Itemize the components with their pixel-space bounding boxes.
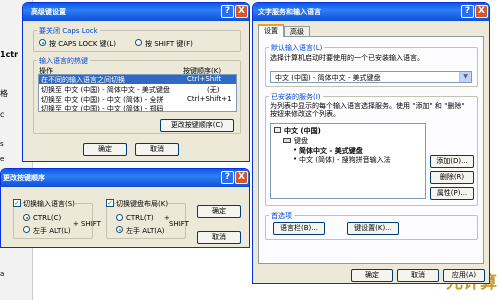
bg-label-ge: 格 xyxy=(0,89,8,98)
default-language-value: 中文 (中国) - 简体中文 - 美式键盘 xyxy=(275,74,381,82)
bg-label-e: e xyxy=(0,155,5,163)
shift-label: SHIFT xyxy=(81,220,101,228)
bg-label-ctr: 1ctr xyxy=(0,50,19,59)
hotkey-row-keys: (无) xyxy=(207,86,220,94)
left-alt-a-radio[interactable] xyxy=(116,226,123,233)
change-key-sequence-button[interactable]: 更改按键顺序(C) xyxy=(160,119,234,132)
default-language-select[interactable]: 中文 (中国) - 简体中文 - 美式键盘 ▼ xyxy=(270,71,472,83)
shift-radio[interactable] xyxy=(135,39,142,46)
chevron-down-icon[interactable]: ▼ xyxy=(459,72,471,82)
remove-button[interactable]: 删除(R) xyxy=(430,171,474,184)
keyboard-icon xyxy=(283,138,291,143)
ok-button[interactable]: 确定 xyxy=(197,205,241,218)
key-settings-button[interactable]: 键设置(K)... xyxy=(347,222,399,235)
hotkey-row-2[interactable]: 切换至 中文 (中国) - 简体中文 - 美式键盘 (无) xyxy=(39,85,236,94)
help-icon[interactable]: ? xyxy=(221,171,234,184)
advanced-key-settings-dialog: 高级键设置 ? X 要关闭 Caps Lock 按 CAPS LOCK 键(L)… xyxy=(22,2,250,162)
left-alt-l-radio[interactable] xyxy=(23,226,30,233)
properties-button[interactable]: 属性(P)... xyxy=(430,187,474,200)
left-alt-l-label: 左手 ALT(L) xyxy=(33,227,71,235)
tree-node-keyboard[interactable]: 键盘 xyxy=(294,136,308,146)
add-button[interactable]: 添加(D)... xyxy=(430,155,474,168)
keyboard-layout-icon xyxy=(274,127,281,133)
default-language-desc: 选择计算机启动时要使用的一个已安装输入语言。 xyxy=(270,54,424,62)
preferences-label: 首选项 xyxy=(269,211,294,221)
switch-layout-checkbox[interactable]: ✓ xyxy=(106,199,114,207)
services-tree[interactable]: 中文 (中国) 键盘 • 简体中文 - 美式键盘 • 中文 (简体) - 搜狗拼… xyxy=(270,123,426,199)
caps-lock-radio[interactable] xyxy=(39,39,46,46)
shift-option-label: 按 SHIFT 键(F) xyxy=(145,40,193,48)
tree-node-language[interactable]: 中文 (中国) xyxy=(284,126,321,136)
hotkey-list[interactable]: 在不同的输入语言之间切换 Ctrl+Shift 切换至 中文 (中国) - 简体… xyxy=(38,74,237,112)
installed-services-label: 已安装的服务(I) xyxy=(269,92,323,102)
apply-button[interactable]: 应用(A) xyxy=(443,269,485,282)
bullet-icon: • xyxy=(293,155,298,163)
dialog-titlebar: 文字服务和输入语言 xyxy=(253,3,489,21)
cancel-button[interactable]: 取消 xyxy=(135,143,179,156)
ctrl-t-label: CTRL(T) xyxy=(126,214,154,222)
help-icon[interactable]: ? xyxy=(461,5,474,18)
text-services-dialog: 文字服务和输入语言 ? X 设置 高级 默认输入语言(L) 选择计算机启动时要使… xyxy=(252,2,490,284)
hotkey-row-keys: Ctrl+Shift+1 xyxy=(187,95,232,103)
tree-node-sogou-ime[interactable]: 中文 (简体) - 搜狗拼音输入法 xyxy=(299,155,391,165)
close-icon[interactable]: X xyxy=(235,5,248,18)
dialog-title: 高级键设置 xyxy=(31,8,66,16)
bg-label-a: a xyxy=(0,270,5,278)
language-bar-button[interactable]: 语言栏(B)... xyxy=(273,222,325,235)
shift-label: SHIFT xyxy=(169,220,189,228)
switch-layout-label: 切换键盘布局(K) xyxy=(116,199,169,209)
hotkey-group-label: 输入语言的热键 xyxy=(37,56,90,66)
caps-lock-option-label: 按 CAPS LOCK 键(L) xyxy=(49,40,117,48)
hotkey-row-4[interactable]: 切换至 中文 (中国) - 中文 (简体) - 郑码 xyxy=(39,104,236,112)
ctrl-c-radio[interactable] xyxy=(23,214,30,221)
switch-language-label: 切换输入语言(S) xyxy=(23,199,75,209)
help-icon[interactable]: ? xyxy=(221,5,234,18)
installed-services-desc: 为列表中显示的每个输入语言选择服务。使用 "添加" 和 "删除" 按钮来修改这个… xyxy=(270,102,465,118)
switch-language-checkbox[interactable]: ✓ xyxy=(13,199,21,207)
close-icon[interactable]: X xyxy=(235,171,248,184)
bg-label-c: c xyxy=(0,110,5,119)
dialog-title: 文字服务和输入语言 xyxy=(258,8,321,16)
ctrl-c-label: CTRL(C) xyxy=(33,214,62,222)
close-icon[interactable]: X xyxy=(475,5,488,18)
dialog-title: 更改按键顺序 xyxy=(3,174,45,182)
change-key-sequence-dialog: 更改按键顺序 ? X ✓ 切换输入语言(S) CTRL(C) 左手 ALT(L)… xyxy=(0,168,250,248)
hotkey-row-action: 切换至 中文 (中国) - 简体中文 - 美式键盘 xyxy=(41,86,170,94)
cancel-button[interactable]: 取消 xyxy=(397,269,439,282)
caps-lock-group-label: 要关闭 Caps Lock xyxy=(37,26,100,36)
hotkey-row-3[interactable]: 切换至 中文 (中国) - 中文 (简体) - 全拼 Ctrl+Shift+1 xyxy=(39,95,236,104)
ctrl-t-radio[interactable] xyxy=(116,214,123,221)
bg-label-s: s xyxy=(0,140,4,148)
ok-button[interactable]: 确定 xyxy=(83,143,127,156)
left-alt-a-label: 左手 ALT(A) xyxy=(126,227,165,235)
bullet-icon: • xyxy=(293,146,298,154)
tab-settings[interactable]: 设置 xyxy=(258,24,284,37)
dialog-titlebar: 高级键设置 xyxy=(23,3,249,21)
ok-button[interactable]: 确定 xyxy=(351,269,393,282)
cancel-button[interactable]: 取消 xyxy=(197,231,241,244)
default-language-label: 默认输入语言(L) xyxy=(269,43,325,53)
dialog-titlebar: 更改按键顺序 xyxy=(1,169,249,187)
hotkey-row-action: 在不同的输入语言之间切换 xyxy=(41,76,125,84)
hotkey-row-1[interactable]: 在不同的输入语言之间切换 Ctrl+Shift xyxy=(39,75,236,84)
hotkey-row-action: 切换至 中文 (中国) - 中文 (简体) - 郑码 xyxy=(41,105,164,112)
hotkey-row-keys: Ctrl+Shift xyxy=(187,75,222,83)
plus-sign: + xyxy=(73,220,79,228)
